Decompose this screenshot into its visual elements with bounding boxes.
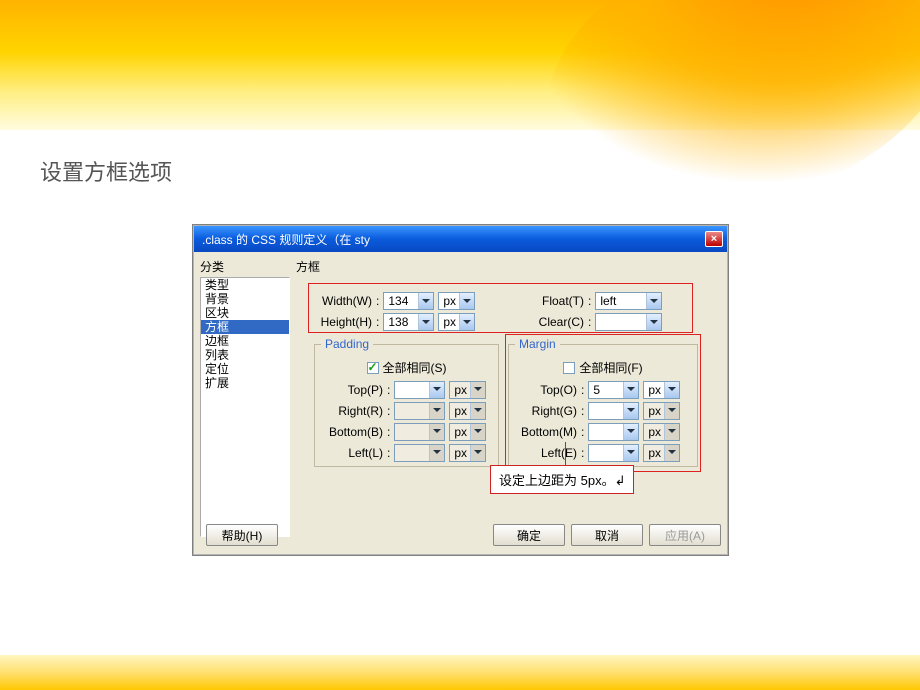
- chevron-down-icon: [664, 445, 679, 461]
- chevron-down-icon[interactable]: [646, 314, 661, 330]
- float-select[interactable]: left: [595, 292, 662, 310]
- margin-legend: Margin: [515, 337, 560, 351]
- chevron-down-icon[interactable]: [429, 382, 444, 398]
- categories-label: 分类: [200, 258, 290, 275]
- chevron-down-icon: [470, 424, 485, 440]
- chevron-down-icon: [429, 424, 444, 440]
- margin-top-unit[interactable]: px: [643, 381, 680, 399]
- margin-right-label: Right(G): [515, 404, 577, 418]
- padding-right-input: [394, 402, 445, 420]
- chevron-down-icon: [429, 403, 444, 419]
- padding-left-unit: px: [449, 444, 486, 462]
- cat-list[interactable]: 列表: [201, 348, 289, 362]
- float-label: Float(T): [526, 294, 584, 308]
- padding-left-input: [394, 444, 445, 462]
- chevron-down-icon[interactable]: [459, 314, 474, 330]
- padding-top-input[interactable]: [394, 381, 445, 399]
- chevron-down-icon[interactable]: [623, 382, 638, 398]
- cat-position[interactable]: 定位: [201, 362, 289, 376]
- titlebar[interactable]: .class 的 CSS 规则定义（在 sty ×: [194, 226, 727, 252]
- slide-title: 设置方框选项: [40, 155, 172, 187]
- height-input[interactable]: 138: [383, 313, 434, 331]
- margin-fieldset: Margin 全部相同(F) Top(O) : 5 px Right(G) : …: [508, 337, 698, 467]
- margin-top-label: Top(O): [515, 383, 577, 397]
- margin-bottom-input[interactable]: [588, 423, 639, 441]
- width-input[interactable]: 134: [383, 292, 434, 310]
- clear-select[interactable]: [595, 313, 662, 331]
- clear-label: Clear(C): [526, 315, 584, 329]
- chevron-down-icon[interactable]: [623, 403, 638, 419]
- margin-top-input[interactable]: 5: [588, 381, 639, 399]
- main-label: 方框: [296, 258, 721, 275]
- width-label: Width(W): [314, 294, 372, 308]
- apply-button[interactable]: 应用(A): [649, 524, 721, 546]
- width-unit[interactable]: px: [438, 292, 475, 310]
- chevron-down-icon: [470, 382, 485, 398]
- padding-bottom-input: [394, 423, 445, 441]
- close-icon[interactable]: ×: [705, 231, 723, 247]
- checkbox-icon[interactable]: [563, 362, 575, 374]
- cat-type[interactable]: 类型: [201, 278, 289, 292]
- margin-bottom-label: Bottom(M): [515, 425, 577, 439]
- padding-fieldset: Padding 全部相同(S) Top(P) : px Right(R) : p…: [314, 337, 499, 467]
- cat-extension[interactable]: 扩展: [201, 376, 289, 390]
- height-unit[interactable]: px: [438, 313, 475, 331]
- chevron-down-icon: [429, 445, 444, 461]
- height-label: Height(H): [314, 315, 372, 329]
- margin-right-input[interactable]: [588, 402, 639, 420]
- chevron-down-icon[interactable]: [418, 293, 433, 309]
- padding-same-checkbox[interactable]: 全部相同(S): [367, 359, 447, 376]
- chevron-down-icon: [470, 445, 485, 461]
- chevron-down-icon[interactable]: [623, 424, 638, 440]
- padding-bottom-unit: px: [449, 423, 486, 441]
- margin-left-input[interactable]: [588, 444, 639, 462]
- margin-same-checkbox[interactable]: 全部相同(F): [563, 359, 642, 376]
- padding-right-unit: px: [449, 402, 486, 420]
- checkbox-icon[interactable]: [367, 362, 379, 374]
- chevron-down-icon[interactable]: [664, 382, 679, 398]
- chevron-down-icon[interactable]: [459, 293, 474, 309]
- padding-bottom-label: Bottom(B): [321, 425, 383, 439]
- margin-right-unit: px: [643, 402, 680, 420]
- cancel-button[interactable]: 取消: [571, 524, 643, 546]
- dialog-title: .class 的 CSS 规则定义（在 sty: [202, 231, 705, 248]
- margin-left-unit: px: [643, 444, 680, 462]
- annotation-bottom: 设定上边距为 5px。↲: [490, 465, 634, 494]
- connector-line: [565, 442, 566, 465]
- chevron-down-icon: [470, 403, 485, 419]
- padding-left-label: Left(L): [321, 446, 383, 460]
- chevron-down-icon[interactable]: [418, 314, 433, 330]
- chevron-down-icon[interactable]: [623, 445, 638, 461]
- padding-legend: Padding: [321, 337, 373, 351]
- cat-box[interactable]: 方框: [201, 320, 289, 334]
- padding-top-unit: px: [449, 381, 486, 399]
- help-button[interactable]: 帮助(H): [206, 524, 278, 546]
- chevron-down-icon: [664, 424, 679, 440]
- ok-button[interactable]: 确定: [493, 524, 565, 546]
- css-rule-dialog: .class 的 CSS 规则定义（在 sty × 分类 类型 背景 区块 方框…: [193, 225, 728, 555]
- category-list[interactable]: 类型 背景 区块 方框 边框 列表 定位 扩展: [200, 277, 290, 537]
- margin-bottom-unit: px: [643, 423, 680, 441]
- padding-right-label: Right(R): [321, 404, 383, 418]
- cat-block[interactable]: 区块: [201, 306, 289, 320]
- margin-left-label: Left(E): [515, 446, 577, 460]
- cat-border[interactable]: 边框: [201, 334, 289, 348]
- cat-background[interactable]: 背景: [201, 292, 289, 306]
- padding-top-label: Top(P): [321, 383, 383, 397]
- chevron-down-icon: [664, 403, 679, 419]
- chevron-down-icon[interactable]: [646, 293, 661, 309]
